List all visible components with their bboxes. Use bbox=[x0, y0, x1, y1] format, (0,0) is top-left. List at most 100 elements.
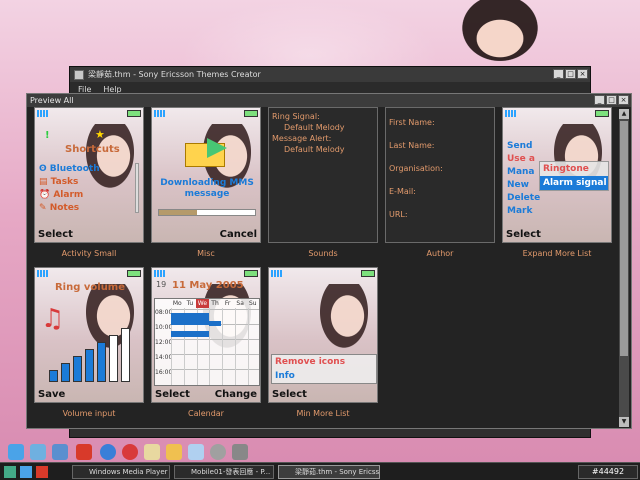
preview-minimize-button[interactable]: _ bbox=[594, 95, 605, 105]
activity-item-notes[interactable]: ✎ Notes bbox=[39, 202, 100, 215]
volume-bar bbox=[109, 335, 118, 382]
caption-minmore: Min More List bbox=[296, 409, 350, 418]
calendar-time-label: 08:00 bbox=[155, 309, 173, 316]
system-tray: #44492 bbox=[578, 465, 638, 479]
activity-item-bluetooth[interactable]: ʘ Bluetooth bbox=[39, 163, 100, 176]
calendar-day-header: Fr bbox=[224, 300, 231, 307]
minimize-button[interactable]: _ bbox=[553, 69, 564, 79]
softkey-select[interactable]: Select bbox=[155, 389, 190, 400]
activity-item-alarm[interactable]: ⏰ Alarm bbox=[39, 189, 100, 202]
app-icon bbox=[74, 69, 84, 80]
activity-item-tasks[interactable]: ▤ Tasks bbox=[39, 176, 100, 189]
signal-icon bbox=[505, 110, 517, 117]
softkey-select[interactable]: Select bbox=[506, 229, 541, 240]
softkey-cancel[interactable]: Cancel bbox=[220, 229, 257, 240]
sounds-ring-label: Ring Signal: bbox=[272, 112, 320, 121]
wallpaper-image bbox=[309, 284, 377, 364]
softkey-save[interactable]: Save bbox=[38, 389, 65, 400]
volume-title: Ring volume bbox=[54, 282, 126, 293]
activity-screen[interactable]: ! ★ Shortcuts ʘ Bluetooth ▤ Tasks ⏰ Alar… bbox=[34, 107, 144, 243]
computer-icon[interactable] bbox=[30, 444, 46, 460]
softkey-change[interactable]: Change bbox=[215, 389, 257, 400]
volume-bar bbox=[73, 356, 82, 382]
calendar-time-label: 14:00 bbox=[155, 354, 173, 361]
minmore-item-remove[interactable]: Remove icons bbox=[275, 355, 376, 369]
softkey-select[interactable]: Select bbox=[38, 229, 73, 240]
expand-item-send[interactable]: Send bbox=[507, 140, 540, 153]
window-title: 梁靜茹.thm - Sony Ericsson Themes Creator bbox=[88, 70, 261, 79]
settings-icon[interactable] bbox=[210, 444, 226, 460]
desktop-icon[interactable] bbox=[20, 466, 32, 478]
misc-screen[interactable]: Downloading MMS message Cancel bbox=[151, 107, 261, 243]
popup-item-ringtone[interactable]: Ringtone bbox=[543, 162, 608, 176]
app-pc-icon[interactable] bbox=[76, 444, 92, 460]
author-panel: First Name: Last Name: Organisation: E-M… bbox=[385, 107, 495, 243]
expand-item-manage[interactable]: Mana bbox=[507, 166, 540, 179]
preview-maximize-button[interactable]: □ bbox=[606, 95, 617, 105]
arrow-icon bbox=[207, 138, 227, 158]
sounds-panel: Ring Signal: Default Melody Message Aler… bbox=[268, 107, 378, 243]
maximize-button[interactable]: □ bbox=[565, 69, 576, 79]
caption-volume: Volume input bbox=[62, 409, 116, 418]
folder-icon[interactable] bbox=[166, 444, 182, 460]
calendar-col-line bbox=[235, 308, 236, 385]
window-controls: _ □ × bbox=[553, 69, 588, 79]
calendar-grid[interactable]: Mo Tu We Th Fr Sa Su 08:00 10:00 12:00 14:00 16:00 bbox=[154, 298, 260, 386]
calendar-event[interactable] bbox=[171, 313, 209, 325]
recycle-icon[interactable] bbox=[8, 444, 24, 460]
minmore-item-info[interactable]: Info bbox=[275, 369, 376, 383]
taskbar-button-mobile01[interactable]: Mobile01-發表回應 - P... bbox=[174, 465, 274, 479]
alert-icon: ! bbox=[45, 130, 50, 141]
calendar-screen[interactable]: 19 11 May 2005 Mo Tu We Th Fr Sa Su 08:00 10:00 1… bbox=[151, 267, 261, 403]
popup-item-alarm[interactable]: Alarm signal bbox=[540, 176, 608, 190]
expand-popup: Ringtone Alarm signal bbox=[539, 161, 609, 191]
calendar-day-header: Sa bbox=[236, 300, 244, 307]
expand-item-delete[interactable]: Delete bbox=[507, 192, 540, 205]
taskbar-button-media-player[interactable]: Windows Media Player bbox=[72, 465, 170, 479]
taskbar-button-themes-creator[interactable]: 梁靜茹.thm - Sony Ericss... bbox=[278, 465, 380, 479]
volume-bar bbox=[121, 328, 130, 382]
desktop-photo bbox=[452, 0, 548, 70]
signal-icon bbox=[37, 270, 49, 277]
preview-close-button[interactable]: × bbox=[618, 95, 629, 105]
expand-item-use[interactable]: Use a bbox=[507, 153, 540, 166]
calendar-col-line bbox=[247, 308, 249, 385]
misc-icon[interactable] bbox=[232, 444, 248, 460]
scroll-thumb[interactable] bbox=[620, 121, 628, 356]
preview-title: Preview All bbox=[30, 96, 74, 105]
misc-progress-bar bbox=[158, 209, 256, 216]
preview-window-controls: _ □ × bbox=[594, 95, 629, 105]
network-icon[interactable] bbox=[52, 444, 68, 460]
tool-icon[interactable] bbox=[188, 444, 204, 460]
volume-bar bbox=[97, 342, 106, 382]
caption-activity: Activity Small bbox=[61, 249, 117, 258]
volume-bar bbox=[49, 370, 58, 382]
calendar-event[interactable] bbox=[209, 321, 222, 326]
volume-screen[interactable]: Ring volume ♫ Save bbox=[34, 267, 144, 403]
close-button[interactable]: × bbox=[577, 69, 588, 79]
caption-author: Author bbox=[426, 249, 454, 258]
preview-scrollbar[interactable]: ▲ ▼ bbox=[619, 109, 629, 427]
softkey-select[interactable]: Select bbox=[272, 389, 307, 400]
scroll-down-arrow[interactable]: ▼ bbox=[619, 417, 629, 427]
calendar-day-header: Tu bbox=[186, 300, 194, 307]
misc-progress-fill bbox=[159, 210, 198, 215]
calendar-day-header: Su bbox=[248, 300, 257, 307]
media-icon[interactable] bbox=[100, 444, 116, 460]
notes-icon[interactable] bbox=[144, 444, 160, 460]
expand-item-new[interactable]: New bbox=[507, 179, 540, 192]
signal-icon bbox=[37, 110, 49, 117]
author-organisation: Organisation: bbox=[389, 164, 443, 173]
scroll-up-arrow[interactable]: ▲ bbox=[619, 109, 629, 119]
start-icon[interactable] bbox=[4, 466, 16, 478]
battery-icon bbox=[127, 110, 141, 117]
minmore-screen[interactable]: Remove icons Info Select bbox=[268, 267, 378, 403]
taskbar-app-icon[interactable] bbox=[36, 466, 48, 478]
battery-icon bbox=[244, 270, 258, 277]
volume-bars[interactable] bbox=[49, 327, 139, 382]
taskbar: Windows Media Player Mobile01-發表回應 - P..… bbox=[0, 462, 640, 480]
calendar-event[interactable] bbox=[171, 331, 209, 337]
expand-screen[interactable]: Send Use a Mana New Delete Mark Ringtone… bbox=[502, 107, 612, 243]
expand-item-mark[interactable]: Mark bbox=[507, 205, 540, 218]
antivirus-icon[interactable] bbox=[122, 444, 138, 460]
